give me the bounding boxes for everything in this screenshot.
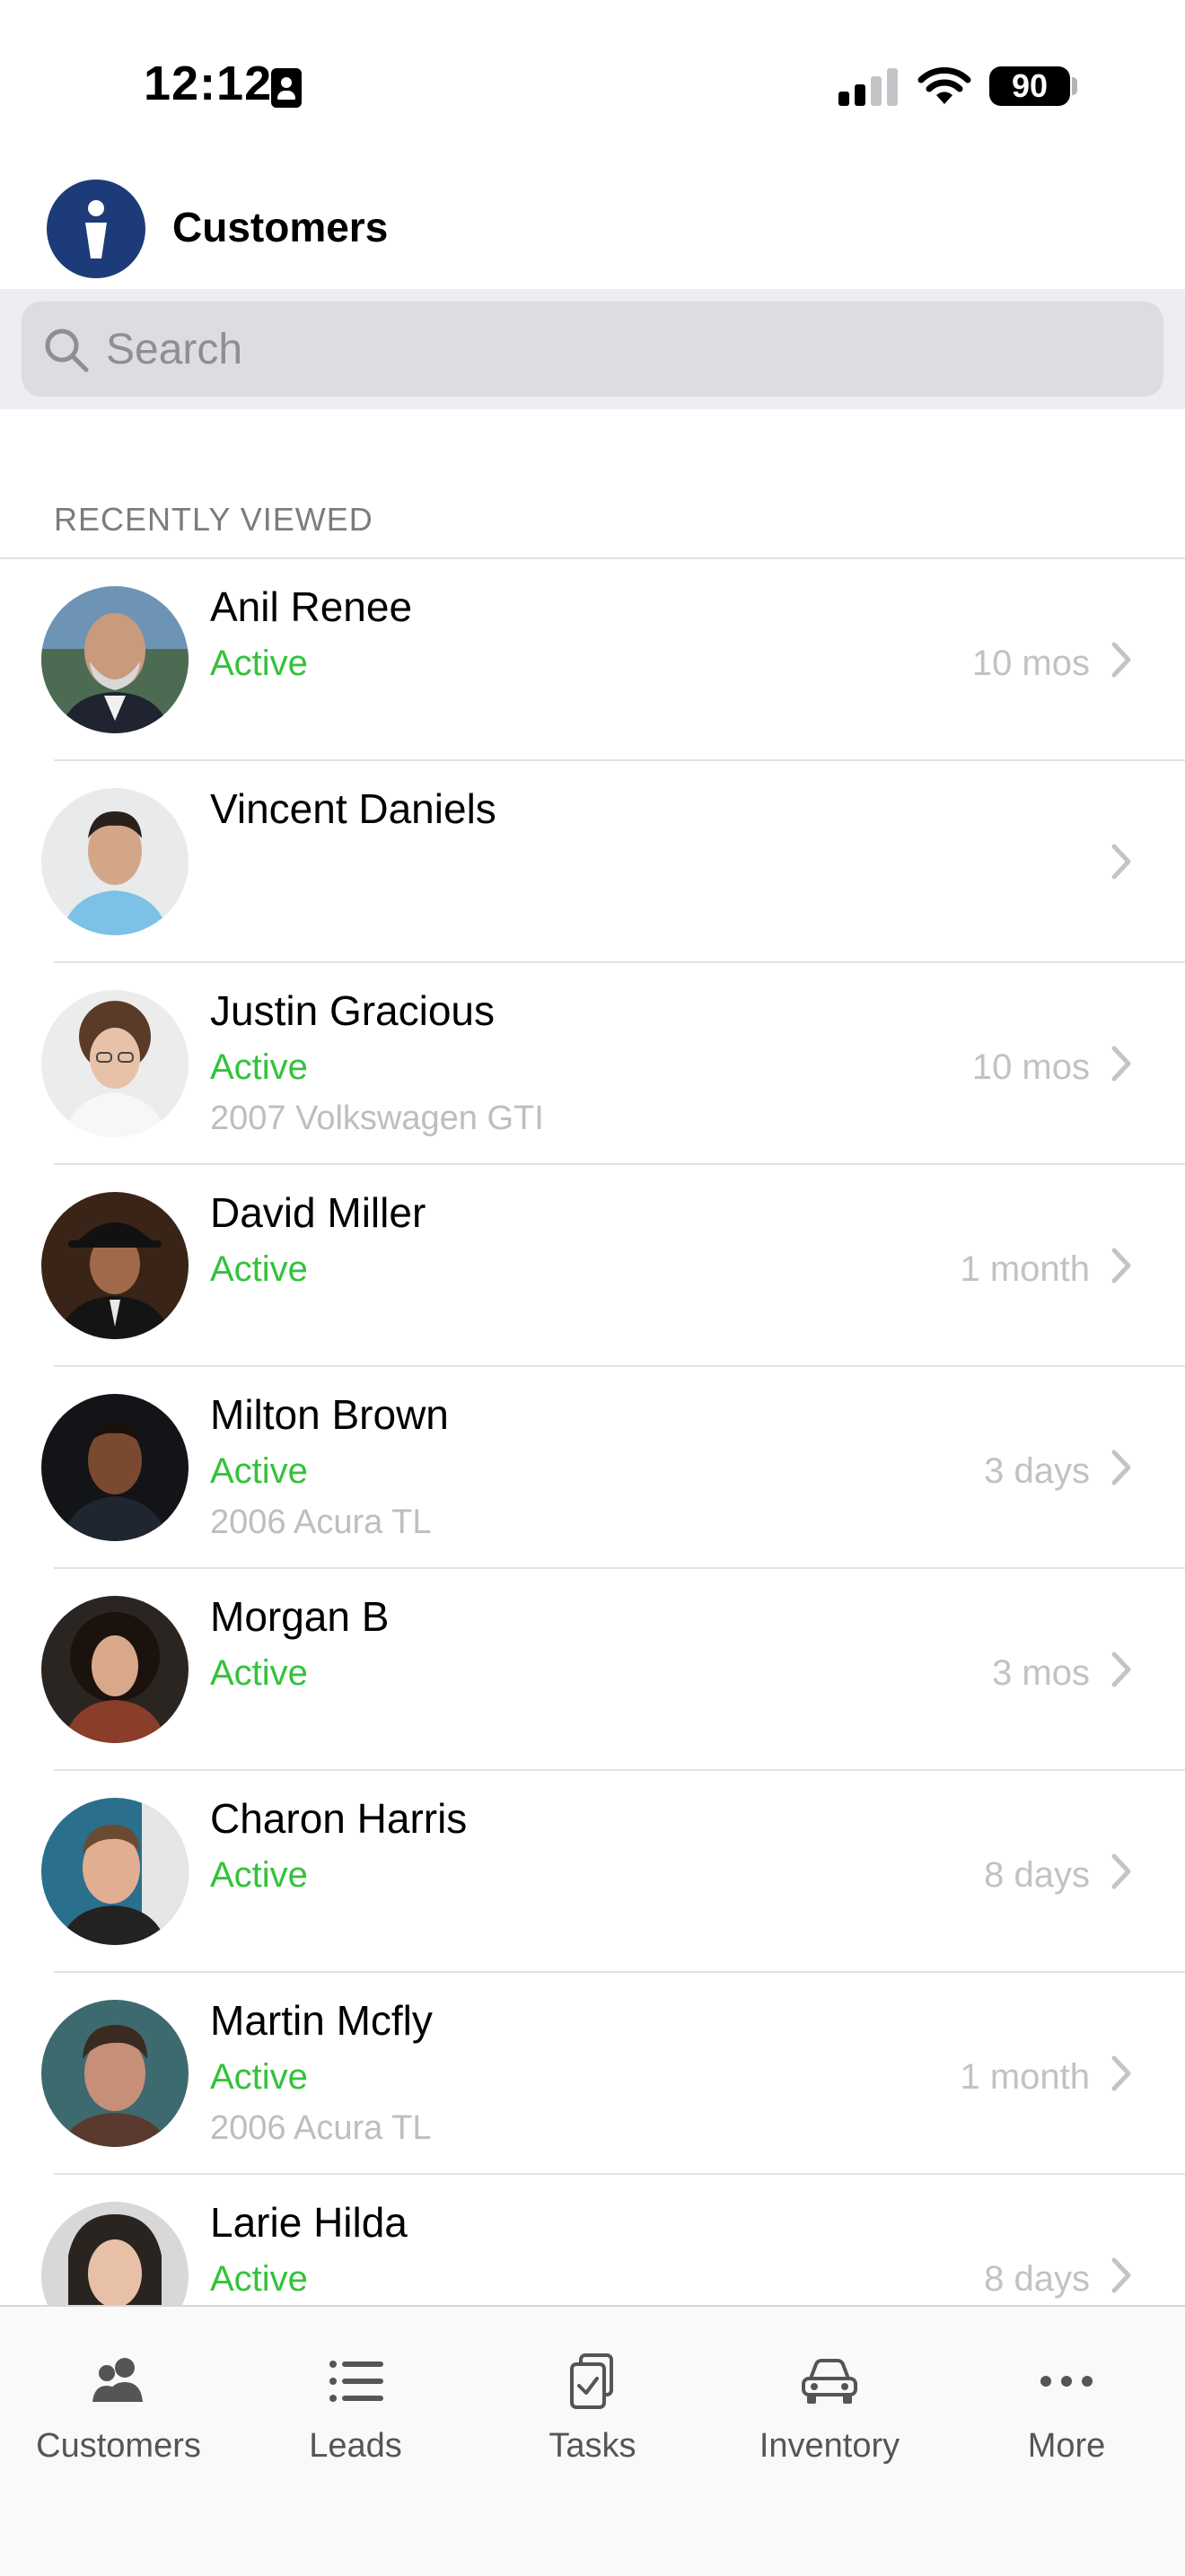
customer-status: Active bbox=[210, 1653, 308, 1693]
customer-vehicle: 2006 Acura TL bbox=[210, 1503, 432, 1541]
status-time: 12:12 bbox=[144, 57, 273, 110]
customer-status: Active bbox=[210, 1047, 308, 1087]
chevron-right-icon bbox=[1111, 1652, 1131, 1687]
customer-list[interactable]: Anil Renee Active 10 mos Vincent Daniels bbox=[0, 559, 1185, 2305]
list-icon bbox=[329, 2361, 383, 2402]
tab-inventory[interactable]: Inventory bbox=[711, 2350, 948, 2493]
customer-status: Active bbox=[210, 1855, 308, 1895]
tab-leads[interactable]: Leads bbox=[237, 2350, 474, 2493]
contact-card-icon bbox=[271, 68, 302, 108]
chevron-right-icon bbox=[1111, 2257, 1131, 2293]
customer-row[interactable]: Vincent Daniels bbox=[0, 761, 1185, 963]
last-viewed-time: 10 mos bbox=[971, 1047, 1090, 1087]
customer-row[interactable]: Larie Hilda Active 8 days bbox=[0, 2175, 1185, 2305]
last-viewed-time: 8 days bbox=[984, 1855, 1090, 1895]
customer-row[interactable]: Martin Mcfly Active 2006 Acura TL 1 mont… bbox=[0, 1973, 1185, 2175]
customer-name: Martin Mcfly bbox=[210, 1997, 433, 2044]
app-logo[interactable] bbox=[47, 180, 145, 278]
last-viewed-time: 1 month bbox=[960, 1249, 1090, 1289]
battery-indicator: 90 bbox=[989, 66, 1070, 106]
customer-name: Morgan B bbox=[210, 1593, 390, 1640]
cellular-signal-icon bbox=[838, 66, 900, 106]
customer-vehicle: 2006 Acura TL bbox=[210, 2109, 432, 2147]
customer-name: Vincent Daniels bbox=[210, 785, 496, 832]
customer-status: Active bbox=[210, 1451, 308, 1491]
avatar bbox=[41, 788, 189, 935]
avatar bbox=[41, 990, 189, 1137]
search-field[interactable] bbox=[22, 302, 1163, 397]
status-bar: 12:12 90 bbox=[0, 0, 1185, 171]
chevron-right-icon bbox=[1111, 642, 1131, 678]
clipboard-check-icon bbox=[570, 2353, 613, 2409]
customer-name: Anil Renee bbox=[210, 583, 413, 630]
avatar bbox=[41, 1596, 189, 1743]
avatar bbox=[41, 1192, 189, 1339]
person-logo-icon bbox=[85, 200, 107, 258]
avatar bbox=[41, 2202, 189, 2305]
battery-cap-icon bbox=[1072, 77, 1077, 95]
chevron-right-icon bbox=[1111, 1450, 1131, 1485]
customer-row[interactable]: Anil Renee Active 10 mos bbox=[0, 559, 1185, 761]
customer-status: Active bbox=[210, 2259, 308, 2299]
page-title: Customers bbox=[172, 204, 389, 250]
customer-row[interactable]: Justin Gracious Active 2007 Volkswagen G… bbox=[0, 963, 1185, 1165]
people-icon bbox=[92, 2358, 143, 2402]
customer-name: Charon Harris bbox=[210, 1795, 468, 1842]
tab-bar: Customers Leads Tasks Inventory More bbox=[0, 2305, 1185, 2576]
tab-label: Inventory bbox=[759, 2427, 900, 2465]
chevron-right-icon bbox=[1111, 2055, 1131, 2091]
tab-tasks[interactable]: Tasks bbox=[474, 2350, 711, 2493]
last-viewed-time: 3 mos bbox=[992, 1653, 1090, 1693]
section-header-recently-viewed: RECENTLY VIEWED bbox=[54, 501, 373, 538]
customer-row[interactable]: Charon Harris Active 8 days bbox=[0, 1771, 1185, 1973]
search-input[interactable] bbox=[106, 302, 1138, 397]
avatar bbox=[41, 1394, 189, 1541]
avatar bbox=[41, 2000, 189, 2147]
customer-name: Larie Hilda bbox=[210, 2199, 408, 2246]
chevron-right-icon bbox=[1111, 844, 1131, 880]
customer-name: Justin Gracious bbox=[210, 987, 496, 1034]
customer-vehicle: 2007 Volkswagen GTI bbox=[210, 1100, 544, 1137]
customer-row[interactable]: Milton Brown Active 2006 Acura TL 3 days bbox=[0, 1367, 1185, 1569]
wifi-icon bbox=[917, 66, 971, 104]
customer-status: Active bbox=[210, 1249, 308, 1289]
last-viewed-time: 8 days bbox=[984, 2259, 1090, 2299]
customer-status: Active bbox=[210, 2057, 308, 2097]
last-viewed-time: 1 month bbox=[960, 2057, 1090, 2097]
customer-name: David Miller bbox=[210, 1189, 426, 1236]
tab-label: More bbox=[1027, 2427, 1106, 2465]
tab-customers[interactable]: Customers bbox=[0, 2350, 237, 2493]
avatar bbox=[41, 1798, 189, 1945]
car-icon bbox=[802, 2359, 857, 2404]
tab-more[interactable]: More bbox=[948, 2350, 1185, 2493]
last-viewed-time: 3 days bbox=[984, 1451, 1090, 1491]
last-viewed-time: 10 mos bbox=[971, 644, 1090, 683]
customer-row[interactable]: David Miller Active 1 month bbox=[0, 1165, 1185, 1367]
avatar bbox=[41, 586, 189, 733]
tab-label: Tasks bbox=[549, 2427, 636, 2465]
ellipsis-icon bbox=[1040, 2376, 1093, 2387]
chevron-right-icon bbox=[1111, 1046, 1131, 1082]
tab-label: Customers bbox=[36, 2427, 201, 2465]
chevron-right-icon bbox=[1111, 1248, 1131, 1284]
customer-status: Active bbox=[210, 644, 308, 683]
search-icon bbox=[45, 329, 89, 372]
battery-level: 90 bbox=[1011, 67, 1049, 104]
customer-row[interactable]: Morgan B Active 3 mos bbox=[0, 1569, 1185, 1771]
customer-name: Milton Brown bbox=[210, 1391, 449, 1438]
search-bar-container bbox=[0, 289, 1185, 409]
app-header: Customers bbox=[0, 171, 1185, 289]
chevron-right-icon bbox=[1111, 1853, 1131, 1889]
tab-label: Leads bbox=[309, 2427, 402, 2465]
